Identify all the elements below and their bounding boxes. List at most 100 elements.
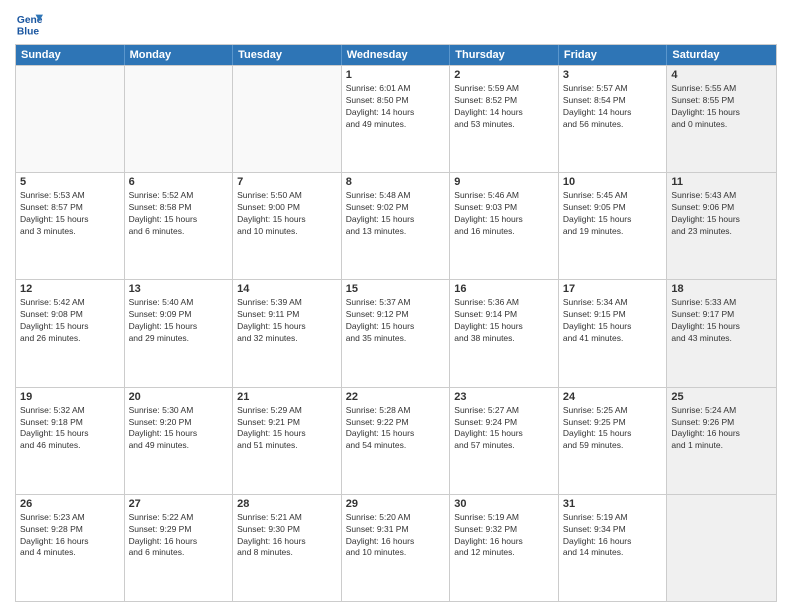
day-info-line: and 43 minutes. [671,333,772,345]
weekday-header-wednesday: Wednesday [342,45,451,65]
day-info-line: and 0 minutes. [671,119,772,131]
day-info-line: Sunset: 9:24 PM [454,417,554,429]
day-number: 12 [20,283,120,295]
svg-text:Blue: Blue [17,26,40,37]
day-info-line: and 6 minutes. [129,547,229,559]
day-cell-8: 8Sunrise: 5:48 AMSunset: 9:02 PMDaylight… [342,173,451,279]
day-info-line: Daylight: 16 hours [671,428,772,440]
day-cell-14: 14Sunrise: 5:39 AMSunset: 9:11 PMDayligh… [233,280,342,386]
weekday-header-monday: Monday [125,45,234,65]
day-info-line: Sunset: 9:34 PM [563,524,663,536]
day-info-line: Sunrise: 5:34 AM [563,297,663,309]
day-number: 6 [129,176,229,188]
day-info-line: and 26 minutes. [20,333,120,345]
day-info-line: and 4 minutes. [20,547,120,559]
day-info-line: Sunset: 9:25 PM [563,417,663,429]
day-info-line: Sunrise: 5:43 AM [671,190,772,202]
day-cell-11: 11Sunrise: 5:43 AMSunset: 9:06 PMDayligh… [667,173,776,279]
day-cell-23: 23Sunrise: 5:27 AMSunset: 9:24 PMDayligh… [450,388,559,494]
day-info-line: Daylight: 15 hours [346,214,446,226]
day-info-line: and 49 minutes. [346,119,446,131]
day-info-line: and 38 minutes. [454,333,554,345]
header: General Blue [15,10,777,38]
day-info-line: and 1 minute. [671,440,772,452]
day-info-line: and 16 minutes. [454,226,554,238]
day-info-line: Sunrise: 6:01 AM [346,83,446,95]
day-info-line: Sunrise: 5:50 AM [237,190,337,202]
day-cell-5: 5Sunrise: 5:53 AMSunset: 8:57 PMDaylight… [16,173,125,279]
day-cell-16: 16Sunrise: 5:36 AMSunset: 9:14 PMDayligh… [450,280,559,386]
calendar-row-0: 1 Sunrise: 6:01 AMSunset: 8:50 PM Daylight… [16,65,776,172]
day-cell-30: 30Sunrise: 5:19 AMSunset: 9:32 PMDayligh… [450,495,559,601]
day-info-line: Sunset: 8:58 PM [129,202,229,214]
day-cell-2: 2Sunrise: 5:59 AMSunset: 8:52 PMDaylight… [450,66,559,172]
day-info-line: Sunset: 9:02 PM [346,202,446,214]
day-info-line: Sunrise: 5:28 AM [346,405,446,417]
day-cell-1: 1Sunrise: 6:01 AMSunset: 8:50 PMDaylight… [342,66,451,172]
day-number: 14 [237,283,337,295]
day-info-line: Sunset: 9:15 PM [563,309,663,321]
day-info-line: and 56 minutes. [563,119,663,131]
day-number: 30 [454,498,554,510]
empty-cell-0-0 [16,66,125,172]
day-info-line: Sunset: 9:06 PM [671,202,772,214]
day-info-line: and 14 minutes. [563,547,663,559]
day-number: 3 [563,69,663,81]
day-info-line: and 46 minutes. [20,440,120,452]
empty-cell-0-2 [233,66,342,172]
day-info-line: Sunrise: 5:57 AM [563,83,663,95]
day-info-line: Sunset: 9:31 PM [346,524,446,536]
empty-cell-4-6 [667,495,776,601]
calendar-row-3: 19Sunrise: 5:32 AMSunset: 9:18 PMDayligh… [16,387,776,494]
day-info-line: Sunrise: 5:59 AM [454,83,554,95]
day-info-line: and 51 minutes. [237,440,337,452]
day-number: 25 [671,391,772,403]
day-number: 8 [346,176,446,188]
day-number: 7 [237,176,337,188]
day-info-line: and 32 minutes. [237,333,337,345]
day-cell-21: 21Sunrise: 5:29 AMSunset: 9:21 PMDayligh… [233,388,342,494]
day-info-line: Sunset: 9:17 PM [671,309,772,321]
day-info-line: and 59 minutes. [563,440,663,452]
day-info-line: Sunrise: 5:55 AM [671,83,772,95]
day-number: 4 [671,69,772,81]
day-info-line: and 41 minutes. [563,333,663,345]
day-cell-26: 26Sunrise: 5:23 AMSunset: 9:28 PMDayligh… [16,495,125,601]
day-number: 15 [346,283,446,295]
day-cell-12: 12Sunrise: 5:42 AMSunset: 9:08 PMDayligh… [16,280,125,386]
day-cell-19: 19Sunrise: 5:32 AMSunset: 9:18 PMDayligh… [16,388,125,494]
day-info-line: Daylight: 15 hours [563,214,663,226]
day-number: 20 [129,391,229,403]
day-number: 5 [20,176,120,188]
day-info-line: Daylight: 15 hours [454,321,554,333]
day-info-line: Sunset: 9:08 PM [20,309,120,321]
day-info-line: Sunset: 9:14 PM [454,309,554,321]
day-info-line: and 49 minutes. [129,440,229,452]
day-info-line: Daylight: 16 hours [346,536,446,548]
day-info-line: and 3 minutes. [20,226,120,238]
day-info-line: Sunset: 9:12 PM [346,309,446,321]
day-info-line: Sunrise: 5:27 AM [454,405,554,417]
day-info-line: Sunrise: 5:53 AM [20,190,120,202]
day-cell-25: 25Sunrise: 5:24 AMSunset: 9:26 PMDayligh… [667,388,776,494]
day-info-line: Sunset: 9:05 PM [563,202,663,214]
day-info-line: Daylight: 15 hours [454,214,554,226]
day-info-line: Sunset: 9:00 PM [237,202,337,214]
day-info-line: Sunrise: 5:42 AM [20,297,120,309]
day-number: 23 [454,391,554,403]
day-number: 9 [454,176,554,188]
day-info-line: and 10 minutes. [237,226,337,238]
day-info-line: Sunset: 8:50 PM [346,95,446,107]
day-info-line: and 10 minutes. [346,547,446,559]
day-info-line: and 53 minutes. [454,119,554,131]
day-cell-20: 20Sunrise: 5:30 AMSunset: 9:20 PMDayligh… [125,388,234,494]
day-info-line: Daylight: 15 hours [563,428,663,440]
day-info-line: Daylight: 15 hours [671,107,772,119]
day-info-line: Sunset: 9:32 PM [454,524,554,536]
day-number: 1 [346,69,446,81]
day-info-line: Sunset: 9:26 PM [671,417,772,429]
day-cell-31: 31Sunrise: 5:19 AMSunset: 9:34 PMDayligh… [559,495,668,601]
day-number: 11 [671,176,772,188]
day-cell-9: 9Sunrise: 5:46 AMSunset: 9:03 PMDaylight… [450,173,559,279]
calendar-row-1: 5Sunrise: 5:53 AMSunset: 8:57 PMDaylight… [16,172,776,279]
